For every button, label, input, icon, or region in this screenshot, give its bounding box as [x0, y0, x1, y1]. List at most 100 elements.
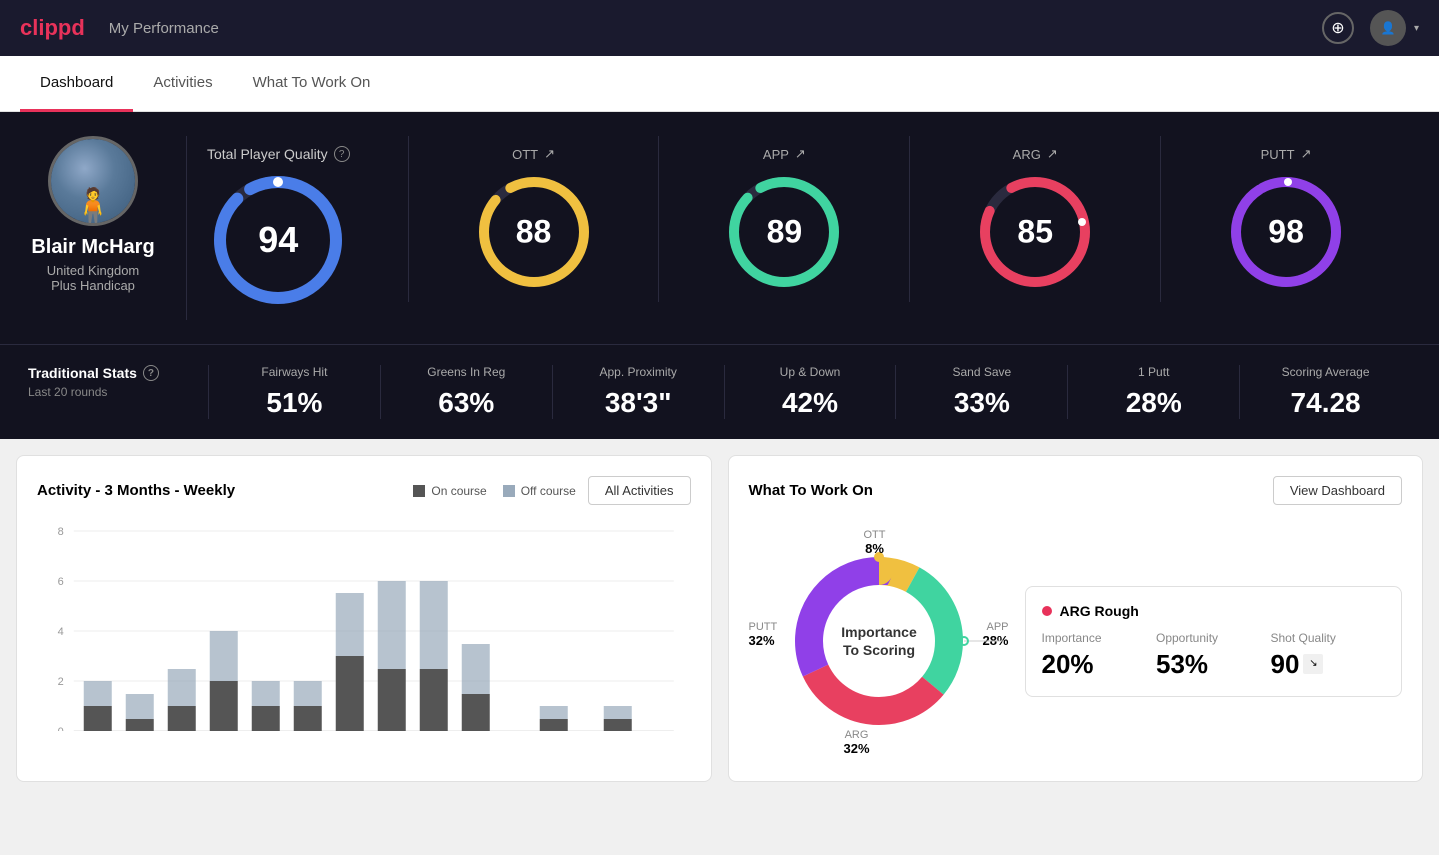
stat-proximity-label: App. Proximity [569, 365, 708, 379]
donut-label-app: APP 28% [982, 621, 1008, 648]
off-course-legend-icon [503, 485, 515, 497]
player-figure-icon: 🧍 [71, 186, 116, 226]
app-value: 89 [767, 214, 803, 251]
legend-on-course: On course [413, 484, 486, 498]
chart-header: Activity - 3 Months - Weekly On course O… [37, 476, 691, 505]
tab-activities[interactable]: Activities [133, 56, 232, 112]
putt-trend-icon: ↗ [1301, 146, 1312, 162]
ott-gauge: 88 [474, 172, 594, 292]
total-quality-value: 94 [258, 219, 298, 261]
donut-chart-wrap: Importance To Scoring OTT 8% APP 28% ARG… [749, 521, 1009, 761]
stats-title: Traditional Stats ? [28, 365, 208, 381]
chevron-down-icon: ▾ [1414, 23, 1419, 34]
stat-1putt-value: 28% [1084, 387, 1223, 419]
header-actions: ⊕ 👤 ▾ [1322, 10, 1419, 46]
nav-tabs: Dashboard Activities What To Work On [0, 56, 1439, 112]
player-section: 🧍 Blair McHarg United Kingdom Plus Handi… [28, 136, 1411, 320]
importance-label: Importance [1042, 631, 1157, 645]
player-panel: 🧍 Blair McHarg United Kingdom Plus Handi… [0, 112, 1439, 344]
shot-quality-label: Shot Quality [1271, 631, 1386, 645]
chart-panel: Activity - 3 Months - Weekly On course O… [16, 455, 712, 782]
tab-what-to-work-on[interactable]: What To Work On [233, 56, 391, 112]
view-dashboard-button[interactable]: View Dashboard [1273, 476, 1402, 505]
work-detail-dot [1042, 606, 1052, 616]
plus-icon: ⊕ [1331, 18, 1344, 38]
ott-label: OTT ↗ [512, 146, 555, 162]
header-title: My Performance [109, 20, 1322, 37]
stat-scoring-value: 74.28 [1256, 387, 1395, 419]
putt-label: PUTT ↗ [1261, 146, 1312, 162]
stat-scoring-label: Scoring Average [1256, 365, 1395, 379]
shot-quality-row: 90 ↘ [1271, 649, 1386, 680]
svg-text:0: 0 [58, 726, 64, 731]
player-name: Blair McHarg [31, 236, 154, 259]
svg-text:8: 8 [58, 526, 64, 538]
stat-up-down: Up & Down 42% [724, 365, 896, 419]
svg-text:6: 6 [58, 576, 64, 588]
header: clippd My Performance ⊕ 👤 ▾ [0, 0, 1439, 56]
donut-chart-svg: Importance To Scoring [779, 541, 979, 741]
svg-text:To Scoring: To Scoring [842, 642, 914, 658]
work-detail-header: ARG Rough [1042, 603, 1386, 619]
total-quality-section: Total Player Quality ? 94 [186, 136, 380, 320]
donut-label-arg: ARG 32% [844, 729, 870, 756]
donut-label-putt: PUTT 32% [749, 621, 778, 648]
player-avatar: 🧍 [48, 136, 138, 226]
total-quality-label: Total Player Quality ? [207, 146, 350, 162]
legend-off-course: Off course [503, 484, 576, 498]
help-icon[interactable]: ? [334, 146, 350, 162]
work-content: Importance To Scoring OTT 8% APP 28% ARG… [749, 521, 1403, 761]
stat-1-putt: 1 Putt 28% [1067, 365, 1239, 419]
stat-fairways-value: 51% [225, 387, 364, 419]
arg-gauge: 85 [975, 172, 1095, 292]
work-detail-card: ARG Rough Importance 20% Opportunity 53%… [1025, 586, 1403, 697]
stats-subtitle: Last 20 rounds [28, 385, 208, 399]
arg-label: ARG ↗ [1013, 146, 1058, 162]
tab-dashboard[interactable]: Dashboard [20, 56, 133, 112]
opportunity-value: 53% [1156, 649, 1271, 680]
user-menu[interactable]: 👤 ▾ [1370, 10, 1419, 46]
stats-bar: Traditional Stats ? Last 20 rounds Fairw… [0, 344, 1439, 439]
work-detail-title: ARG Rough [1060, 603, 1139, 619]
stats-help-icon[interactable]: ? [143, 365, 159, 381]
score-card-app: APP ↗ 89 [658, 136, 909, 302]
svg-text:Importance: Importance [841, 624, 917, 640]
stat-updown-label: Up & Down [741, 365, 880, 379]
avatar: 👤 [1370, 10, 1406, 46]
ott-value: 88 [516, 214, 552, 251]
all-activities-button[interactable]: All Activities [588, 476, 691, 505]
work-panel: What To Work On View Dashboard Importanc [728, 455, 1424, 782]
shot-quality-value: 90 [1271, 649, 1300, 680]
stat-fairways-hit: Fairways Hit 51% [208, 365, 380, 419]
metric-shot-quality: Shot Quality 90 ↘ [1271, 631, 1386, 680]
add-button[interactable]: ⊕ [1322, 12, 1354, 44]
stat-sandsave-value: 33% [912, 387, 1051, 419]
metric-importance: Importance 20% [1042, 631, 1157, 680]
player-handicap: Plus Handicap [31, 278, 154, 293]
putt-value: 98 [1268, 214, 1304, 251]
work-header: What To Work On View Dashboard [749, 476, 1403, 505]
logo: clippd [20, 15, 85, 41]
work-metrics: Importance 20% Opportunity 53% Shot Qual… [1042, 631, 1386, 680]
metric-opportunity: Opportunity 53% [1156, 631, 1271, 680]
stat-greens-in-reg: Greens In Reg 63% [380, 365, 552, 419]
ott-trend-icon: ↗ [544, 146, 555, 162]
app-label: APP ↗ [763, 146, 806, 162]
stat-sandsave-label: Sand Save [912, 365, 1051, 379]
player-country: United Kingdom [31, 263, 154, 278]
avatar-image: 🧍 [51, 139, 135, 223]
score-card-putt: PUTT ↗ 98 [1160, 136, 1411, 302]
stat-sand-save: Sand Save 33% [895, 365, 1067, 419]
chart-area: 8 6 4 2 0 [37, 521, 691, 721]
on-course-legend-icon [413, 485, 425, 497]
score-card-ott: OTT ↗ 88 [408, 136, 659, 302]
stats-label-section: Traditional Stats ? Last 20 rounds [28, 365, 208, 419]
chart-title: Activity - 3 Months - Weekly [37, 482, 413, 499]
app-gauge: 89 [724, 172, 844, 292]
stat-fairways-label: Fairways Hit [225, 365, 364, 379]
chart-legend: On course Off course [413, 484, 576, 498]
activity-chart-svg: 8 6 4 2 0 [37, 521, 691, 731]
app-trend-icon: ↗ [795, 146, 806, 162]
bottom-section: Activity - 3 Months - Weekly On course O… [0, 439, 1439, 798]
svg-text:4: 4 [58, 626, 64, 638]
